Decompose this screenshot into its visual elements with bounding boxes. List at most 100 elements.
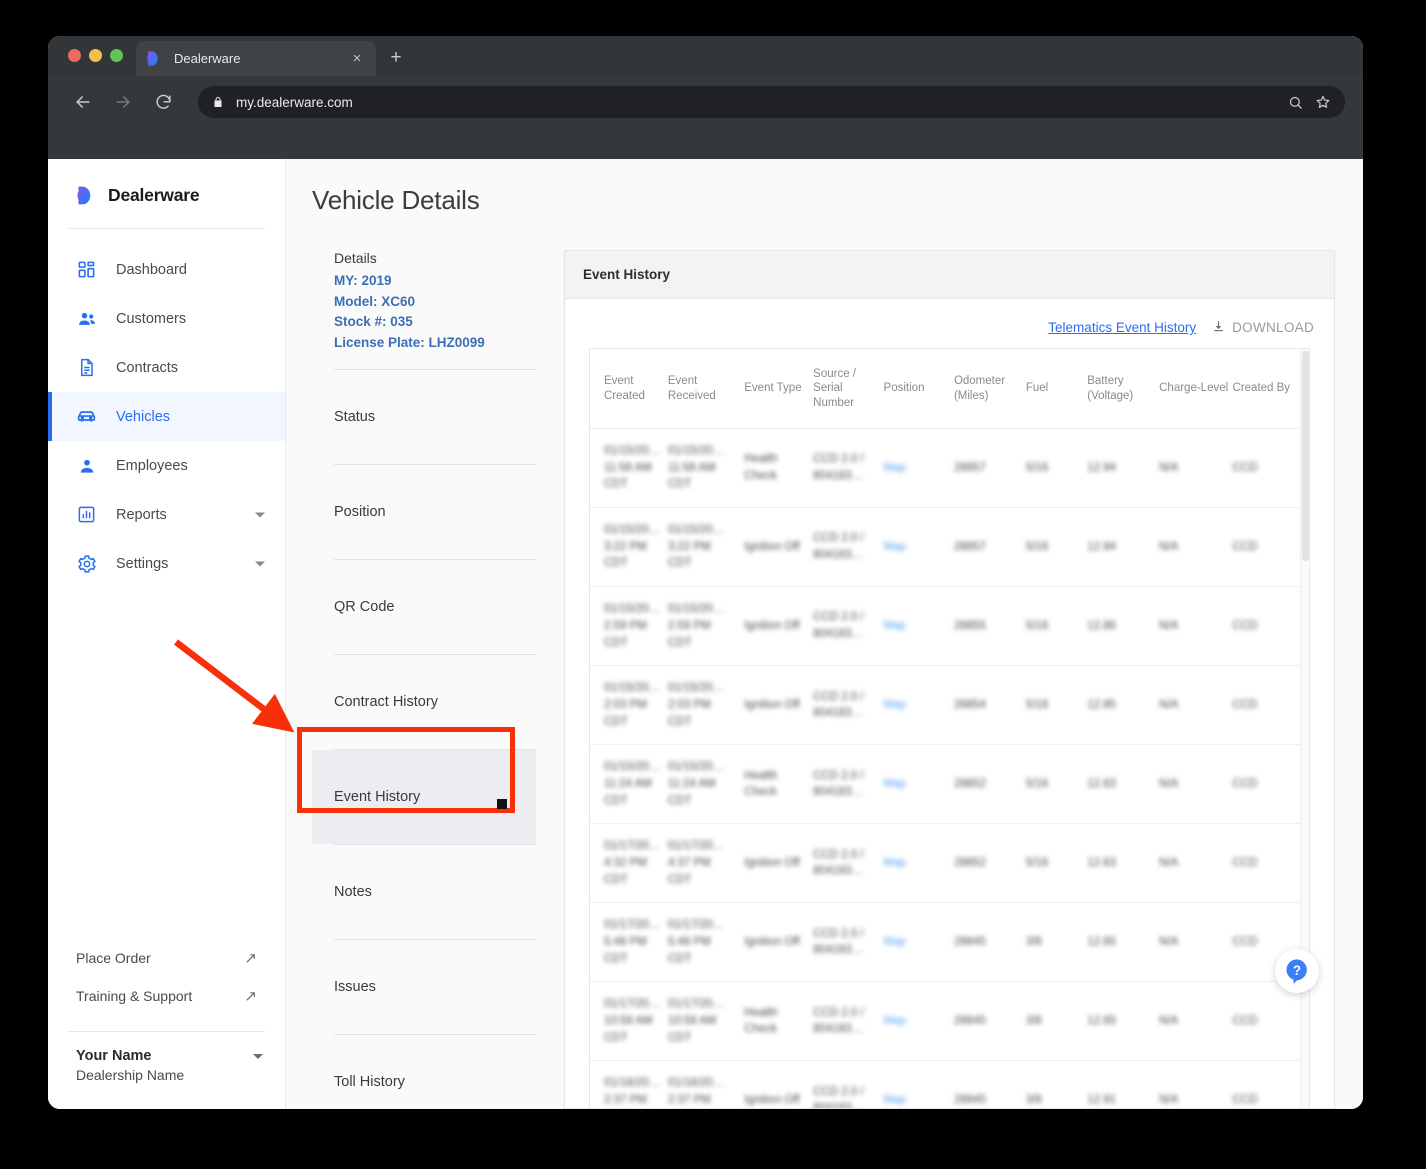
sidebar-item-settings[interactable]: Settings — [48, 539, 285, 588]
table-row[interactable]: 01/15/20… 2:59 PM CDT 01/15/20… 2:59 PM C… — [590, 586, 1309, 667]
download-button[interactable]: DOWNLOAD — [1212, 319, 1314, 336]
tab-title: Dealerware — [174, 51, 241, 66]
map-link[interactable]: Map — [884, 857, 906, 869]
cell-received: 01/15/20… 2:59 PM CDT — [667, 586, 745, 667]
table-row[interactable]: 01/15/20… 2:03 PM CDT 01/15/20… 2:03 PM C… — [590, 665, 1309, 746]
sidebar-item-training-support[interactable]: Training & Support ↗ — [48, 977, 285, 1015]
map-link[interactable]: Map — [884, 541, 906, 553]
details-section-qr-code[interactable]: QR Code — [312, 560, 536, 654]
reload-icon[interactable] — [146, 85, 180, 119]
details-heading: Details — [334, 250, 377, 266]
table-scrollbar[interactable] — [1300, 349, 1309, 1108]
cell-charge: N/A — [1159, 586, 1233, 667]
col-event-type[interactable]: Event Type — [744, 349, 814, 430]
map-link[interactable]: Map — [884, 1094, 906, 1106]
sidebar-item-contracts[interactable]: Contracts — [48, 343, 285, 392]
cell-source: CCD 2.0 / 804183… — [813, 586, 884, 667]
chevron-down-icon[interactable] — [255, 561, 265, 566]
cell-position: Map — [883, 981, 954, 1062]
search-icon[interactable] — [1288, 95, 1303, 110]
contracts-icon — [76, 357, 97, 378]
col-fuel[interactable]: Fuel — [1025, 349, 1088, 430]
section-label: Issues — [334, 979, 376, 996]
details-section-notes[interactable]: Notes — [312, 845, 536, 939]
svg-text:?: ? — [1293, 963, 1301, 978]
map-link[interactable]: Map — [884, 699, 906, 711]
map-link[interactable]: Map — [884, 1015, 906, 1027]
telematics-event-history-link[interactable]: Telematics Event History — [1048, 320, 1196, 335]
cell-fuel: 5/16 — [1025, 744, 1088, 825]
sidebar-item-label: Reports — [116, 506, 167, 523]
table-scrollbar-thumb[interactable] — [1302, 351, 1309, 561]
chevron-down-icon[interactable] — [253, 1054, 263, 1059]
col-position[interactable]: Position — [883, 349, 954, 430]
table-row[interactable]: 01/17/20… 10:58 AM CDT 01/17/20… 10:58 AM… — [590, 981, 1309, 1062]
cell-source: CCD 2.0 / 804183… — [813, 507, 884, 588]
sidebar-divider — [68, 228, 265, 229]
cell-fuel: 5/16 — [1025, 586, 1088, 667]
forward-arrow-icon[interactable] — [106, 85, 140, 119]
table-row[interactable]: 01/15/20… 11:58 AM CDT 01/15/20… 11:58 AM… — [590, 428, 1309, 509]
cell-by: CCD — [1232, 507, 1309, 588]
section-label: Status — [334, 409, 376, 426]
cell-battery: 12.91 — [1087, 1060, 1160, 1108]
table-row[interactable]: 01/17/20… 5:48 PM CDT 01/17/20… 5:48 PM C… — [590, 902, 1309, 983]
new-tab-button[interactable]: + — [386, 48, 406, 67]
cell-charge: N/A — [1159, 507, 1233, 588]
details-section-event-history[interactable]: Event History — [312, 750, 536, 845]
back-arrow-icon[interactable] — [66, 85, 100, 119]
cell-position: Map — [883, 665, 954, 746]
col-source-serial-number[interactable]: Source / Serial Number — [813, 349, 884, 430]
window-controls[interactable] — [68, 49, 123, 62]
sidebar-item-place-order[interactable]: Place Order ↗ — [48, 939, 285, 977]
details-section-issues[interactable]: Issues — [312, 940, 536, 1034]
cell-source: CCD 2.0 / 804183… — [813, 665, 884, 746]
sidebar-item-customers[interactable]: Customers — [48, 294, 285, 343]
col-odometer[interactable]: Odometer (Miles) — [953, 349, 1026, 430]
cell-position: Map — [883, 744, 954, 825]
cell-created: 01/17/20… 4:32 PM CDT — [590, 823, 668, 904]
minimize-window-button[interactable] — [89, 49, 102, 62]
map-link[interactable]: Map — [884, 936, 906, 948]
section-label: Position — [334, 504, 386, 521]
help-button[interactable]: ? — [1275, 949, 1319, 993]
table-row[interactable]: 01/15/20… 3:22 PM CDT 01/15/20… 3:22 PM C… — [590, 507, 1309, 588]
table-row[interactable]: 01/17/20… 4:32 PM CDT 01/17/20… 4:37 PM C… — [590, 823, 1309, 904]
account-menu[interactable]: Your Name Dealership Name — [48, 1048, 285, 1109]
star-icon[interactable] — [1315, 94, 1331, 110]
chevron-down-icon[interactable] — [255, 512, 265, 517]
sidebar-item-vehicles[interactable]: Vehicles — [48, 392, 285, 441]
browser-window: Dealerware × + my.dealerware.com Dealerw… — [48, 36, 1363, 1109]
sidebar-item-employees[interactable]: Employees — [48, 441, 285, 490]
address-bar[interactable]: my.dealerware.com — [198, 86, 1345, 118]
map-link[interactable]: Map — [884, 462, 906, 474]
maximize-window-button[interactable] — [110, 49, 123, 62]
details-section-status[interactable]: Status — [312, 370, 536, 464]
col-created-by[interactable]: Created By — [1232, 349, 1309, 430]
table-row[interactable]: 01/16/20… 2:37 PM CDT01/16/20… 2:37 PM C… — [590, 1060, 1309, 1108]
cell-fuel: 5/16 — [1025, 428, 1088, 509]
sidebar: Dealerware Dashboard Customers Contracts… — [48, 159, 286, 1109]
map-link[interactable]: Map — [884, 620, 906, 632]
details-section-contract-history[interactable]: Contract History — [312, 655, 536, 749]
close-window-button[interactable] — [68, 49, 81, 62]
cell-charge: N/A — [1159, 823, 1233, 904]
cell-source: CCD 2.0 / 804183… — [813, 428, 884, 509]
col-battery[interactable]: Battery (Voltage) — [1087, 349, 1160, 430]
cell-created: 01/15/20… 11:58 AM CDT — [590, 428, 668, 509]
cell-source: CCD 2.0 / 804183… — [813, 1060, 884, 1108]
table-row[interactable]: 01/15/20… 11:24 AM CDT 01/15/20… 11:24 AM… — [590, 744, 1309, 825]
details-section-position[interactable]: Position — [312, 465, 536, 559]
col-event-created[interactable]: Event Created — [590, 349, 668, 430]
sidebar-item-dashboard[interactable]: Dashboard — [48, 245, 285, 294]
col-charge-level[interactable]: Charge-Level — [1159, 349, 1233, 430]
details-section-toll-history[interactable]: Toll History — [312, 1035, 536, 1109]
cell-charge: N/A — [1159, 665, 1233, 746]
close-tab-icon[interactable]: × — [348, 51, 366, 66]
browser-tab[interactable]: Dealerware × — [136, 41, 376, 76]
cell-by: CCD — [1232, 665, 1309, 746]
col-event-received[interactable]: Event Received — [667, 349, 745, 430]
map-link[interactable]: Map — [884, 778, 906, 790]
sidebar-item-reports[interactable]: Reports — [48, 490, 285, 539]
